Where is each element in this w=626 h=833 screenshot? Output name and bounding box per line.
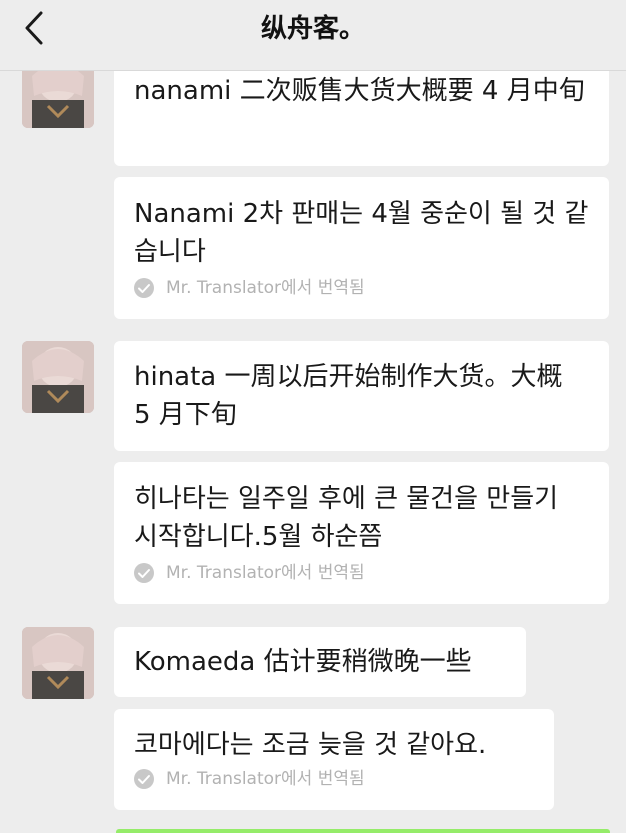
message-text: nanami 二次贩售大货大概要 4 月中旬 xyxy=(134,76,585,106)
message-text: Komaeda 估计要稍微晚一些 xyxy=(134,647,472,677)
message-text: hinata 一周以后开始制作大货。大概 5 月下旬 xyxy=(134,362,563,430)
message-bubble[interactable]: hinata 一周以后开始制作大货。大概 5 月下旬 xyxy=(114,341,609,451)
sent-message-bubble-edge xyxy=(116,829,610,833)
translator-note-text: Mr. Translator에서 번역됨 xyxy=(166,278,365,298)
translation-bubble[interactable]: 코마에다는 조금 늦을 것 같아요. Mr. Translator에서 번역됨 xyxy=(114,709,554,810)
translator-note-text: Mr. Translator에서 번역됨 xyxy=(166,769,365,789)
message-bubble[interactable]: Komaeda 估计要稍微晚一些 xyxy=(114,627,526,697)
avatar-image xyxy=(22,627,94,699)
message-bubble[interactable]: nanami 二次贩售大货大概要 4 月中旬 xyxy=(114,56,609,166)
translation-bubble[interactable]: 히나타는 일주일 후에 큰 물건을 만들기 시작합니다.5월 하순쯤 Mr. T… xyxy=(114,462,609,604)
check-circle-icon xyxy=(134,563,154,583)
translation-bubble[interactable]: Nanami 2차 판매는 4월 중순이 될 것 같습니다 Mr. Transl… xyxy=(114,177,609,319)
translator-note-text: Mr. Translator에서 번역됨 xyxy=(166,563,365,583)
chat-title: 纵舟客。 xyxy=(260,14,365,44)
chat-header: 纵舟客。 xyxy=(0,0,626,71)
translation-text: 히나타는 일주일 후에 큰 물건을 만들기 시작합니다.5월 하순쯤 xyxy=(134,484,559,552)
translator-note: Mr. Translator에서 번역됨 xyxy=(134,768,534,790)
translation-text: 코마에다는 조금 늦을 것 같아요. xyxy=(134,730,487,760)
check-circle-icon xyxy=(134,769,154,789)
avatar[interactable] xyxy=(22,627,94,699)
translator-note: Mr. Translator에서 번역됨 xyxy=(134,562,589,584)
avatar[interactable] xyxy=(22,341,94,413)
avatar-image xyxy=(22,341,94,413)
translation-text: Nanami 2차 판매는 4월 중순이 될 것 같습니다 xyxy=(134,199,589,267)
chat-area: nanami 二次贩售大货大概要 4 月中旬 Nanami 2차 판매는 4월 … xyxy=(0,0,626,833)
check-circle-icon xyxy=(134,278,154,298)
translator-note: Mr. Translator에서 번역됨 xyxy=(134,277,589,299)
